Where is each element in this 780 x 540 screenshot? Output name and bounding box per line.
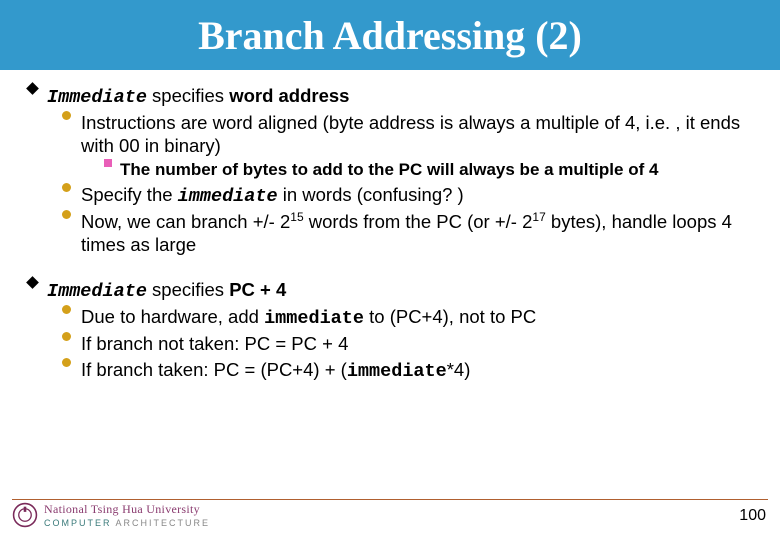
superscript: 15	[290, 210, 303, 224]
bullet-level1: Immediate specifies word address	[28, 84, 752, 109]
superscript: 17	[532, 210, 545, 224]
bullet-text: If branch not taken: PC = PC + 4	[81, 332, 348, 355]
immediate-keyword: immediate	[347, 361, 447, 382]
immediate-keyword: Immediate	[47, 87, 147, 108]
bullet-level3: The number of bytes to add to the PC wil…	[104, 159, 752, 180]
footer-divider	[12, 499, 768, 500]
diamond-icon	[26, 82, 39, 95]
title-bar: Branch Addressing (2)	[0, 0, 780, 70]
slide-content: Immediate specifies word address Instruc…	[0, 70, 780, 383]
footer: National Tsing Hua University COMPUTER A…	[0, 499, 780, 528]
circle-icon	[62, 305, 71, 314]
diamond-icon	[26, 276, 39, 289]
bullet-text: If branch taken: PC = (PC+4) + (immediat…	[81, 358, 470, 383]
slide-number: 100	[739, 507, 766, 525]
square-icon	[104, 159, 112, 167]
bullet-level2: Instructions are word aligned (byte addr…	[62, 111, 752, 157]
bullet-text: Immediate specifies word address	[47, 84, 349, 109]
lab-name: COMPUTER ARCHITECTURE	[44, 518, 210, 528]
footer-text-block: National Tsing Hua University COMPUTER A…	[44, 502, 210, 528]
bullet-level2: Due to hardware, add immediate to (PC+4)…	[62, 305, 752, 330]
circle-icon	[62, 210, 71, 219]
circle-icon	[62, 358, 71, 367]
bullet-text: Instructions are word aligned (byte addr…	[81, 111, 752, 157]
immediate-keyword: immediate	[178, 186, 278, 207]
bullet-level2: Specify the immediate in words (confusin…	[62, 183, 752, 208]
bullet-level1: Immediate specifies PC + 4	[28, 278, 752, 303]
circle-icon	[62, 183, 71, 192]
university-logo-icon	[12, 502, 38, 528]
slide-title: Branch Addressing (2)	[198, 12, 582, 59]
bullet-text: Now, we can branch +/- 215 words from th…	[81, 210, 752, 256]
immediate-keyword: Immediate	[47, 281, 147, 302]
footer-row: National Tsing Hua University COMPUTER A…	[0, 502, 780, 528]
bullet-text: The number of bytes to add to the PC wil…	[120, 159, 658, 180]
university-name: National Tsing Hua University	[44, 502, 210, 517]
bullet-text: Immediate specifies PC + 4	[47, 278, 286, 303]
circle-icon	[62, 111, 71, 120]
bullet-text: Specify the immediate in words (confusin…	[81, 183, 464, 208]
circle-icon	[62, 332, 71, 341]
immediate-keyword: immediate	[264, 308, 364, 329]
bullet-level2: If branch not taken: PC = PC + 4	[62, 332, 752, 355]
bullet-text: Due to hardware, add immediate to (PC+4)…	[81, 305, 536, 330]
bullet-level2: Now, we can branch +/- 215 words from th…	[62, 210, 752, 256]
bullet-level2: If branch taken: PC = (PC+4) + (immediat…	[62, 358, 752, 383]
